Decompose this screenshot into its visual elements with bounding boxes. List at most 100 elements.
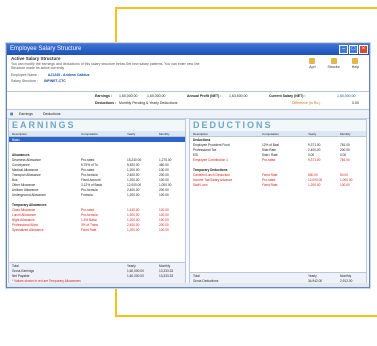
table-cell: 200.00 xyxy=(159,172,169,177)
table-cell: Professional Allow. xyxy=(12,222,39,227)
table-cell: Bus xyxy=(12,177,18,182)
table-cell: 2,400.00 xyxy=(127,172,140,177)
deductions-summary-note: Monthly Pending & Yearly Deductions xyxy=(119,101,178,105)
column-header[interactable]: Monthly xyxy=(340,132,351,136)
table-cell: 100.00 xyxy=(159,192,169,197)
column-header[interactable]: Description xyxy=(12,132,27,136)
table-cell: Monthly xyxy=(159,263,171,268)
table-cell: Total xyxy=(12,263,19,268)
table-cell: 9,371.00 xyxy=(308,142,321,147)
table-cell: 1,200.00 xyxy=(127,192,140,197)
table-cell: 100.00 xyxy=(159,177,169,182)
table-cell: 781.00 xyxy=(340,157,350,162)
table-cell: Employee Provident Fund xyxy=(193,142,230,147)
structure-label: Salary Structure : xyxy=(11,79,39,83)
table-cell: Yearly xyxy=(127,263,136,268)
table-cell: Pro-rated xyxy=(81,167,95,172)
table-cell: 12% of Basi xyxy=(262,142,280,147)
column-header[interactable]: Computation xyxy=(262,132,279,136)
column-header[interactable]: Computation xyxy=(81,132,98,136)
table-cell: 12,000.00 xyxy=(127,182,142,187)
table-cell: 2,400.00 xyxy=(127,222,140,227)
table-cell: 1,200.00 xyxy=(127,167,140,172)
table-cell: 0.00 xyxy=(340,152,347,157)
frame-line-bottom xyxy=(115,315,377,317)
close-button[interactable]: × xyxy=(359,45,368,54)
table-cell: Slab Rate xyxy=(262,147,276,152)
table-cell: 2,400.00 xyxy=(308,147,321,152)
table-cell: 120.00 xyxy=(159,207,169,212)
toolbar-earnings[interactable]: Earnings xyxy=(19,112,33,116)
table-cell: 1,60,000.00 xyxy=(127,273,144,278)
frame-line-left-lower xyxy=(115,286,117,316)
column-header[interactable]: Yearly xyxy=(308,132,316,136)
table-cell: 200.00 xyxy=(159,187,169,192)
table-cell: 2,400.00 xyxy=(127,187,140,192)
salary-structure-window: Employee Salary Structure – □ × Active S… xyxy=(6,43,370,288)
employee-value[interactable]: AJ1245 - Andrew Calidus xyxy=(48,73,90,77)
table-cell: 50.00 xyxy=(340,172,348,177)
table-cell: 100.00 xyxy=(159,167,169,172)
table-cell: Dearness Allowance xyxy=(12,157,41,162)
earnings-pane: EARNINGS Description Computation Yearly Mon… xyxy=(8,119,186,284)
table-cell: Fixed Rate xyxy=(262,172,278,177)
structure-icon xyxy=(330,58,337,64)
deductions-summary-label: Deductions : xyxy=(95,101,117,105)
table-cell: 13,333.33 xyxy=(159,273,174,278)
table-cell: Lunch Allowance xyxy=(12,212,36,217)
table-cell: 0.00 xyxy=(308,152,315,157)
table-cell: Fixed Rate xyxy=(81,227,97,232)
title-bar: Employee Salary Structure – □ × xyxy=(7,44,369,55)
table-cell: 1.5% Basic xyxy=(81,217,97,222)
table-cell: 100.00 xyxy=(159,212,169,217)
earnings-table-body: Basic Allowances Dearness Allowance Pro-rat… xyxy=(9,137,185,232)
help-icon xyxy=(352,58,359,64)
toolbar-deductions[interactable]: Deductions xyxy=(43,112,61,116)
deductions-table-body: Deductions Employee Provident Fund 12% of … xyxy=(190,137,366,187)
table-cell: Conveyance xyxy=(12,162,30,167)
table-cell: Pro-formula xyxy=(81,187,98,192)
status-bar xyxy=(7,283,369,287)
earnings-title: EARNINGS xyxy=(9,120,185,131)
table-cell: 1,60,000.00 xyxy=(127,268,144,273)
annual-net-label: Annual Profit (NET) : xyxy=(187,94,222,98)
table-cell: Yearly xyxy=(308,273,317,278)
table-cell: Staff Loan xyxy=(193,182,208,187)
table-row[interactable]: Specialized Allowance Fixed Rate 1,200.00 1… xyxy=(9,227,185,232)
column-header[interactable]: Description xyxy=(193,132,208,136)
column-header[interactable]: Monthly xyxy=(159,132,170,136)
table-cell: Medical Allowance xyxy=(12,167,39,172)
table-cell: 600.00 xyxy=(308,172,318,177)
employee-label: Employee Name : xyxy=(11,73,39,77)
table-cell: Class Allowance xyxy=(12,207,36,212)
structure-value[interactable]: INFINET-CTC xyxy=(44,79,66,83)
table-cell: Employee Contribution 1 xyxy=(193,157,228,162)
table-cell: Deductions xyxy=(193,137,211,142)
table-cell: Monthly xyxy=(340,273,352,278)
table-cell: Professional Tax xyxy=(193,147,217,152)
table-cell: 1,000.00 xyxy=(340,177,353,182)
minimize-button[interactable]: – xyxy=(339,45,348,54)
table-cell: 781.00 xyxy=(340,142,350,147)
table-cell: Pro-formula xyxy=(81,212,98,217)
table-cell: 1,200.00 xyxy=(127,212,140,217)
table-cell: 200.00 xyxy=(340,147,350,152)
column-header[interactable]: Yearly xyxy=(127,132,135,136)
table-cell: 460.00 xyxy=(159,162,169,167)
nav-button-help[interactable]: Help xyxy=(352,58,359,69)
structure-row: Salary Structure : INFINET-CTC xyxy=(11,79,66,83)
table-cell: 9,371.00 xyxy=(308,157,321,162)
table-cell: Uniform Allowance xyxy=(12,187,39,192)
table-cell: Transport Allowance xyxy=(12,172,41,177)
table-cell: 13,333.33 xyxy=(159,268,174,273)
table-row[interactable]: Staff Loan Fixed Rate 1,200.00 100.00 xyxy=(190,182,366,187)
maximize-button[interactable]: □ xyxy=(349,45,358,54)
earnings-summary-label: Earnings : xyxy=(95,94,113,98)
table-cell: 6.75% of To xyxy=(81,162,98,167)
info-heading: Active Salary Structure xyxy=(11,56,61,61)
nav-button-structure[interactable]: Structur xyxy=(328,58,340,69)
table-cell: Pro-rated xyxy=(81,207,95,212)
nav-button-apply[interactable]: Apri xyxy=(309,58,316,69)
table-cell: 100.00 xyxy=(159,227,169,232)
deductions-pane: DEDUCTIONS Description Computation Yearly M… xyxy=(189,119,367,284)
